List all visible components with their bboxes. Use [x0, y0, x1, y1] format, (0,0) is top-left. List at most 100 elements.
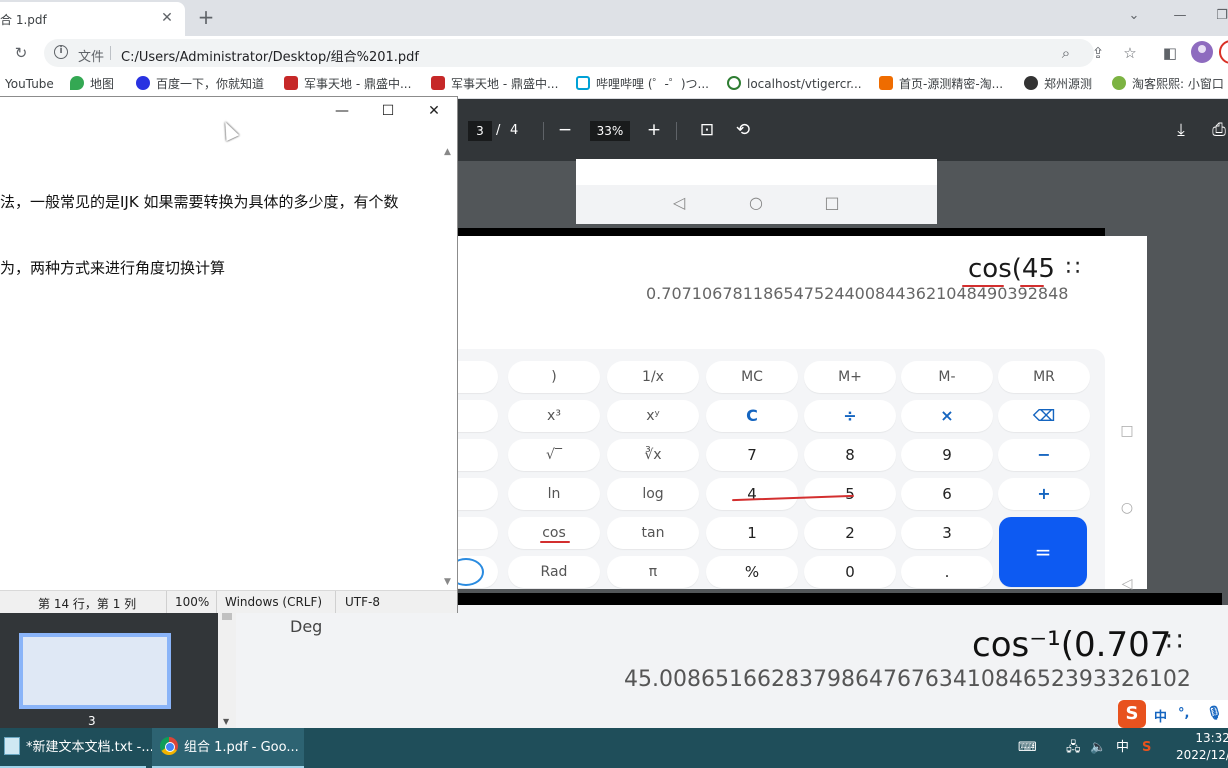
url-text[interactable]: C:/Users/Administrator/Desktop/组合%201.pd… [121, 46, 419, 65]
maximize-button[interactable]: ☐ [376, 101, 400, 121]
bookmark-label: 淘客熙熙: 小窗口 [1132, 77, 1224, 91]
minimize-browser-button[interactable]: — [1170, 6, 1190, 26]
toolbar-divider [543, 122, 544, 140]
phone-screen-bottom [576, 159, 937, 185]
bookmark-label: 郑州源测 [1044, 77, 1093, 91]
calc-key: 6 [901, 478, 993, 510]
profile-avatar[interactable] [1191, 41, 1213, 63]
zoom-level-input[interactable]: 33% [590, 121, 630, 141]
globe-icon [1024, 76, 1038, 90]
bookmark-taoke[interactable]: 淘客熙熙: 小窗口 [1112, 76, 1224, 94]
recents-square-icon: □ [1120, 423, 1134, 439]
notepad-text-area[interactable]: 法，一般常见的是IJK 如果需要转换为具体的多少度，有个数 为，两种方式来进行角… [0, 147, 440, 323]
ime-toolbar[interactable]: S 中 °, 🎙 [1118, 700, 1228, 728]
scroll-down-icon[interactable]: ▼ [444, 577, 451, 587]
bookmark-label: 首页-源测精密-淘... [899, 77, 1004, 91]
address-bar[interactable]: i 文件 C:/Users/Administrator/Desktop/组合%2… [44, 39, 1094, 67]
reload-icon[interactable]: ↻ [10, 42, 32, 64]
calc-key: π [607, 556, 699, 588]
rotate-icon[interactable]: ⟲ [732, 119, 754, 141]
bookmark-label: YouTube [5, 77, 54, 91]
close-button[interactable]: ✕ [422, 101, 446, 121]
notepad-icon [4, 737, 20, 755]
bookmark-baidu[interactable]: 百度一下，你就知道 [136, 76, 264, 94]
calc-key: ÷ [804, 400, 896, 432]
status-zoom: 100% [175, 595, 210, 609]
calc-key: ⌫ [998, 400, 1090, 432]
new-tab-button[interactable]: + [194, 4, 218, 30]
download-icon[interactable]: ⤓ [1170, 119, 1192, 141]
red-underline-annotation [540, 541, 570, 543]
scroll-up-icon[interactable]: ▲ [444, 147, 451, 157]
thumbnail-scrollbar[interactable]: ▼ [218, 610, 236, 728]
calc-key: 1 [706, 517, 798, 549]
page-thumbnail[interactable] [19, 633, 171, 709]
status-divider [335, 591, 336, 613]
share-icon[interactable]: ⇪ [1087, 42, 1109, 64]
tab-search-icon[interactable]: ⌄ [1124, 6, 1144, 26]
bookmark-military-1[interactable]: 军事天地 - 鼎盛中... [284, 76, 411, 94]
tab-pdf[interactable]: 合 1.pdf ✕ [0, 2, 185, 36]
scrollbar-thumb[interactable] [222, 612, 232, 620]
calc-key: M+ [804, 361, 896, 393]
calc-key: 3 [901, 517, 993, 549]
calc-key: Rad [508, 556, 600, 588]
restore-browser-button[interactable]: ❐ [1212, 6, 1228, 26]
bookmark-zhengzhou[interactable]: 郑州源测 [1024, 76, 1092, 94]
bookmark-star-icon[interactable]: ☆ [1119, 42, 1141, 64]
fit-page-icon[interactable]: ⊡ [696, 119, 718, 141]
taskbar-item-notepad[interactable]: *新建文本文档.txt -... [0, 728, 154, 768]
calc-key: M- [901, 361, 993, 393]
bookmark-taobao-shop[interactable]: 首页-源测精密-淘... [879, 76, 1003, 94]
bookmark-military-2[interactable]: 军事天地 - 鼎盛中... [431, 76, 558, 94]
ime-lang-indicator[interactable]: 中 [1116, 728, 1129, 768]
bookmark-vtiger[interactable]: localhost/vtigercr... [727, 76, 862, 94]
taskbar-item-chrome[interactable]: 组合 1.pdf - Goo... [152, 728, 304, 768]
minimize-button[interactable]: — [330, 101, 354, 121]
bookmark-bilibili[interactable]: 哔哩哔哩 (゜-゜)つ... [576, 76, 709, 94]
calc-key: ) [508, 361, 600, 393]
back-triangle-icon: ◁ [672, 193, 686, 212]
microphone-icon[interactable]: 🎙 [1206, 706, 1223, 721]
sogou-logo-icon[interactable]: S [1118, 700, 1146, 728]
text-line: 法，一般常见的是IJK 如果需要转换为具体的多少度，有个数 [0, 193, 399, 211]
close-tab-icon[interactable]: ✕ [157, 8, 177, 28]
zoom-out-button[interactable]: − [554, 119, 576, 141]
bookmark-label: localhost/vtigercr... [747, 77, 862, 91]
more-dots-icon: ∷ [1066, 256, 1081, 281]
zoom-icon[interactable]: ⌕ [1055, 42, 1077, 64]
globe-icon [727, 76, 741, 90]
calc-result: 45.0086516628379864767634108465239332610… [624, 667, 1191, 692]
bookmark-label: 哔哩哔哩 (゜-゜)つ... [596, 77, 709, 91]
system-clock[interactable]: 13:32 2022/12/ [1176, 730, 1228, 764]
toolbar-divider [676, 122, 677, 140]
side-panel-icon[interactable]: ◧ [1159, 42, 1181, 64]
zoom-in-button[interactable]: + [643, 119, 665, 141]
network-icon[interactable]: 🖧 [1066, 728, 1081, 768]
scroll-down-icon[interactable]: ▼ [223, 717, 229, 726]
page-border [458, 228, 1105, 236]
page-total: 4 [510, 123, 519, 138]
page-number-input[interactable]: 3 [468, 121, 492, 141]
ime-punctuation[interactable]: °, [1178, 706, 1189, 721]
info-icon[interactable]: i [54, 45, 68, 59]
bilibili-tv-icon [576, 76, 590, 90]
home-circle-icon: ○ [1120, 500, 1134, 516]
account-icon[interactable] [1219, 40, 1228, 64]
calc-key: . [901, 556, 993, 588]
calc-key: 1/x [607, 361, 699, 393]
print-icon[interactable]: ⎙ [1208, 119, 1228, 141]
taobao-icon [879, 76, 893, 90]
taskbar-item-label: 组合 1.pdf - Goo... [184, 740, 299, 755]
bookmarks-bar: YouTube 地图 百度一下，你就知道 军事天地 - 鼎盛中... 军事天地 … [0, 70, 1228, 99]
volume-icon[interactable]: 🔈 [1090, 728, 1106, 768]
ime-language[interactable]: 中 [1154, 706, 1167, 725]
bookmark-youtube[interactable]: YouTube [5, 76, 54, 94]
notepad-scrollbar[interactable]: ▲ ▼ [441, 147, 457, 587]
bookmark-maps[interactable]: 地图 [70, 76, 114, 94]
pdf-page-calculator: cos(45 ∷ 0.70710678118654752440084436210… [406, 236, 1147, 592]
sogou-tray-icon[interactable]: S [1142, 728, 1151, 768]
browser-toolbar: ↻ i 文件 C:/Users/Administrator/Desktop/组合… [0, 36, 1228, 70]
calc-key: √‾ [508, 439, 600, 471]
keyboard-icon[interactable]: ⌨ [1018, 728, 1037, 768]
